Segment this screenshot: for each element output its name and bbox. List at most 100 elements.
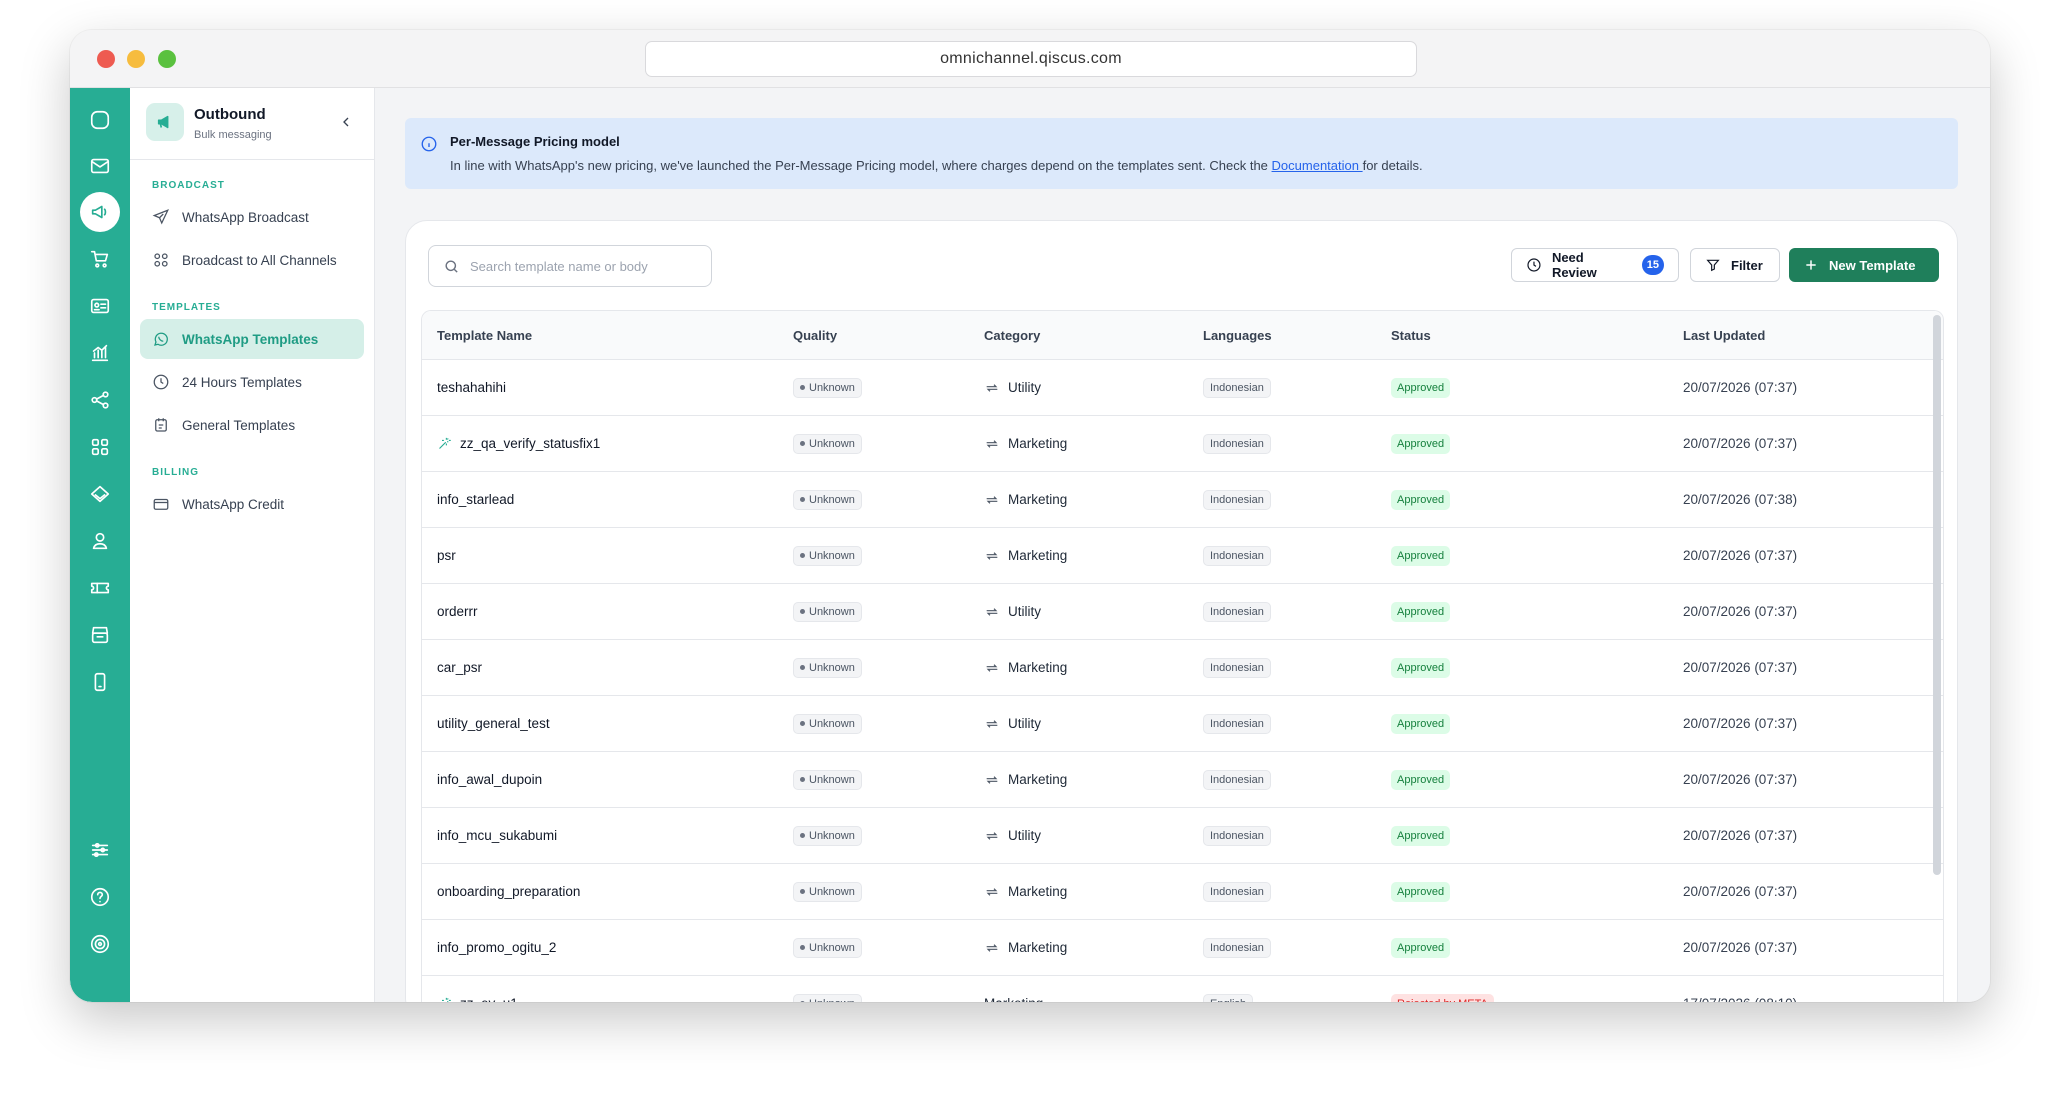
template-name-text: zz_ev_u1 <box>460 996 518 1002</box>
cell-language: Indonesian <box>1203 920 1271 975</box>
sidebar-item-24-hours-templates[interactable]: 24 Hours Templates <box>140 362 364 402</box>
cell-template-name[interactable]: info_mcu_sukabumi <box>437 808 557 863</box>
cell-quality: Unknown <box>793 360 862 415</box>
chat-icon[interactable] <box>82 102 118 138</box>
status-badge: Approved <box>1391 601 1451 622</box>
cell-quality: Unknown <box>793 696 862 751</box>
cell-category: Utility <box>984 808 1041 863</box>
cell-template-name[interactable]: onboarding_preparation <box>437 864 580 919</box>
cell-status: Rejected by META <box>1391 976 1494 1002</box>
sidebar-item-broadcast-all-channels[interactable]: Broadcast to All Channels <box>140 240 364 280</box>
language-badge: Indonesian <box>1203 825 1271 846</box>
status-badge: Approved <box>1391 881 1451 902</box>
cell-template-name[interactable]: zz_ev_u1 <box>437 976 518 1002</box>
app: Outbound Bulk messaging BROADCAST WhatsA… <box>70 88 1990 1002</box>
table-row[interactable]: onboarding_preparation Unknown Marketing In… <box>422 864 1943 920</box>
sidebar-item-label: 24 Hours Templates <box>182 374 302 390</box>
scrollbar[interactable] <box>1933 315 1941 875</box>
column-template-name[interactable]: Template Name <box>437 328 532 343</box>
cell-template-name[interactable]: teshahahihi <box>437 360 506 415</box>
cell-template-name[interactable]: info_starlead <box>437 472 514 527</box>
mobile-icon[interactable] <box>82 664 118 700</box>
cell-status: Approved <box>1391 584 1451 639</box>
layers-icon[interactable] <box>82 476 118 512</box>
table-row[interactable]: psr Unknown Marketing Indonesian Approved 20/… <box>422 528 1943 584</box>
search-input[interactable] <box>470 258 690 274</box>
flow-icon[interactable] <box>82 382 118 418</box>
table-row[interactable]: info_mcu_sukabumi Unknown Utility Indonesia… <box>422 808 1943 864</box>
cell-template-name[interactable]: car_psr <box>437 640 482 695</box>
close-window-button[interactable] <box>97 50 115 68</box>
status-badge: Rejected by META <box>1391 993 1494 1002</box>
documentation-link[interactable]: Documentation <box>1272 158 1363 173</box>
cell-template-name[interactable]: zz_qa_verify_statusfix1 <box>437 416 600 471</box>
quality-text: Unknown <box>809 493 855 506</box>
column-last-updated[interactable]: Last Updated <box>1683 328 1765 343</box>
quality-dot-icon <box>800 777 805 782</box>
maximize-window-button[interactable] <box>158 50 176 68</box>
cell-template-name[interactable]: psr <box>437 528 456 583</box>
ticket-icon[interactable] <box>82 570 118 606</box>
sidebar-item-general-templates[interactable]: General Templates <box>140 405 364 445</box>
new-template-button[interactable]: New Template <box>1789 248 1939 282</box>
sidebar-item-whatsapp-templates[interactable]: WhatsApp Templates <box>140 319 364 359</box>
template-icon <box>155 418 167 432</box>
contact-card-icon[interactable] <box>82 288 118 324</box>
column-category[interactable]: Category <box>984 328 1040 343</box>
settings-sliders-icon[interactable] <box>82 832 118 868</box>
cell-category: Marketing <box>984 472 1067 527</box>
table-row[interactable]: info_starlead Unknown Marketing Indonesian A… <box>422 472 1943 528</box>
search-box[interactable] <box>428 245 712 287</box>
table-row[interactable]: teshahahihi Unknown Utility Indonesian Appro… <box>422 360 1943 416</box>
cell-template-name[interactable]: utility_general_test <box>437 696 550 751</box>
templates-table: Template Name Quality Category Languages… <box>421 310 1944 1002</box>
address-bar[interactable]: omnichannel.qiscus.com <box>645 41 1417 77</box>
help-icon[interactable] <box>82 879 118 915</box>
sidebar-item-whatsapp-broadcast[interactable]: WhatsApp Broadcast <box>140 197 364 237</box>
category-text: Marketing <box>1008 940 1068 955</box>
template-name-text: psr <box>437 548 456 563</box>
cell-last-updated: 20/07/2026 (07:37) <box>1683 772 1798 787</box>
table-row[interactable]: zz_ev_u1 Unknown Marketing English Rejected … <box>422 976 1943 1002</box>
table-row[interactable]: car_psr Unknown Marketing Indonesian Approve… <box>422 640 1943 696</box>
archive-icon[interactable] <box>82 617 118 653</box>
cart-icon[interactable] <box>82 241 118 277</box>
quality-dot-icon <box>800 385 805 390</box>
filter-button[interactable]: Filter <box>1690 248 1780 282</box>
category-text: Marketing <box>1008 660 1068 675</box>
minimize-window-button[interactable] <box>127 50 145 68</box>
analytics-icon[interactable] <box>82 335 118 371</box>
repeat-arrows-icon <box>984 716 1000 732</box>
user-icon[interactable] <box>82 523 118 559</box>
cell-template-name[interactable]: orderrr <box>437 584 478 639</box>
cell-template-name[interactable]: info_awal_dupoin <box>437 752 542 807</box>
table-row[interactable]: zz_qa_verify_statusfix1 Unknown Marketing I… <box>422 416 1943 472</box>
column-status[interactable]: Status <box>1391 328 1431 343</box>
column-languages[interactable]: Languages <box>1203 328 1272 343</box>
target-icon[interactable] <box>82 926 118 962</box>
megaphone-icon[interactable] <box>80 192 120 232</box>
need-review-button[interactable]: Need Review 15 <box>1511 248 1679 282</box>
cell-category: Utility <box>984 584 1041 639</box>
table-row[interactable]: info_promo_ogitu_2 Unknown Marketing Indone… <box>422 920 1943 976</box>
repeat-arrows-icon <box>984 492 1000 508</box>
collapse-sidebar-chevron-left-icon[interactable] <box>338 114 354 130</box>
sidebar-item-whatsapp-credit[interactable]: WhatsApp Credit <box>140 484 364 524</box>
category-text: Marketing <box>984 996 1043 1002</box>
cell-template-name[interactable]: info_promo_ogitu_2 <box>437 920 556 975</box>
quality-text: Unknown <box>809 661 855 674</box>
inbox-icon[interactable] <box>82 148 118 184</box>
repeat-arrows-icon <box>984 884 1000 900</box>
table-row[interactable]: orderrr Unknown Utility Indonesian Approved 2… <box>422 584 1943 640</box>
table-row[interactable]: info_awal_dupoin Unknown Marketing Indonesi… <box>422 752 1943 808</box>
quality-dot-icon <box>800 721 805 726</box>
quality-text: Unknown <box>809 381 855 394</box>
table-row[interactable]: utility_general_test Unknown Utility Indone… <box>422 696 1943 752</box>
section-broadcast: BROADCAST <box>152 180 225 191</box>
language-badge: English <box>1203 993 1254 1002</box>
apps-icon[interactable] <box>82 429 118 465</box>
new-template-label: New Template <box>1829 257 1916 273</box>
cell-language: Indonesian <box>1203 360 1271 415</box>
column-quality[interactable]: Quality <box>793 328 837 343</box>
wallet-icon <box>153 498 169 510</box>
